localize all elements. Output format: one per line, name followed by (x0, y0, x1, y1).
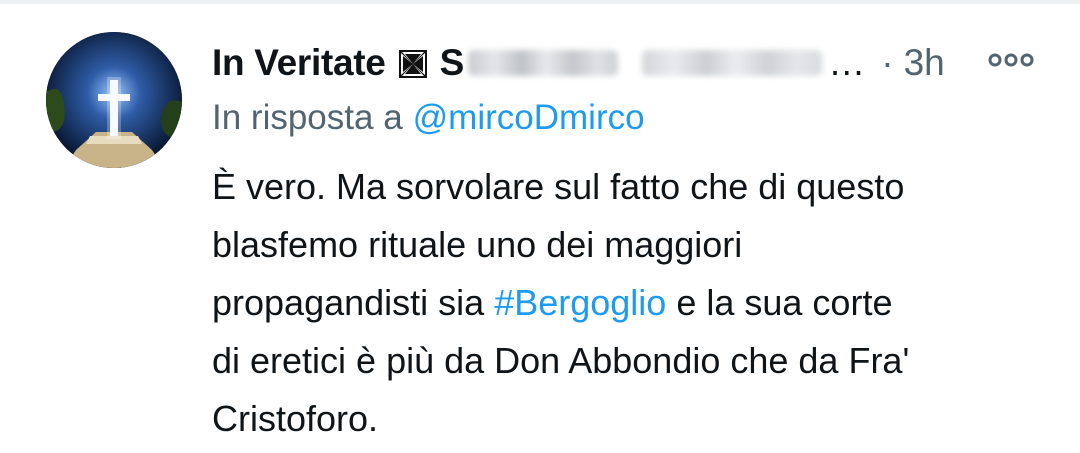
cross-avatar-icon (46, 32, 182, 168)
tweet-text-line: di eretici è più da Don Abbondio che da … (212, 340, 910, 381)
handle[interactable]: S (440, 42, 465, 84)
handle-initial: S (439, 42, 465, 83)
tweet-text-segment: propagandisti sia (212, 282, 485, 323)
timestamp[interactable]: 3h (904, 42, 945, 84)
redacted-handle-part (468, 50, 619, 76)
display-name[interactable]: In Veritate (212, 42, 386, 84)
more-options-icon[interactable] (988, 48, 1034, 72)
hashtag-link[interactable]: #Bergoglio (494, 282, 666, 323)
maltese-cross-icon (398, 49, 428, 79)
tweet-header: In Veritate S … · 3h (212, 36, 1042, 90)
reply-context: In risposta a @mircoDmirco (212, 98, 645, 138)
avatar[interactable] (46, 32, 182, 168)
tweet-text-line: propagandisti sia #Bergoglio e la sua co… (212, 274, 1052, 332)
tweet-text: È vero. Ma sorvolare sul fatto che di qu… (212, 158, 1052, 448)
tweet-text-line: È vero. Ma sorvolare sul fatto che di qu… (212, 166, 905, 207)
redacted-handle-part (642, 50, 823, 76)
handle-ellipsis: … (828, 42, 866, 83)
top-divider (0, 0, 1080, 4)
tweet-text-line: blasfemo rituale uno dei maggiori (212, 224, 743, 265)
reply-prefix: In risposta a (212, 98, 403, 137)
reply-to-link[interactable]: @mircoDmirco (413, 98, 645, 137)
tweet-text-line: Cristoforo. (212, 398, 379, 439)
tweet-text-segment: e la sua corte (676, 282, 893, 323)
separator-dot: · (881, 42, 894, 83)
